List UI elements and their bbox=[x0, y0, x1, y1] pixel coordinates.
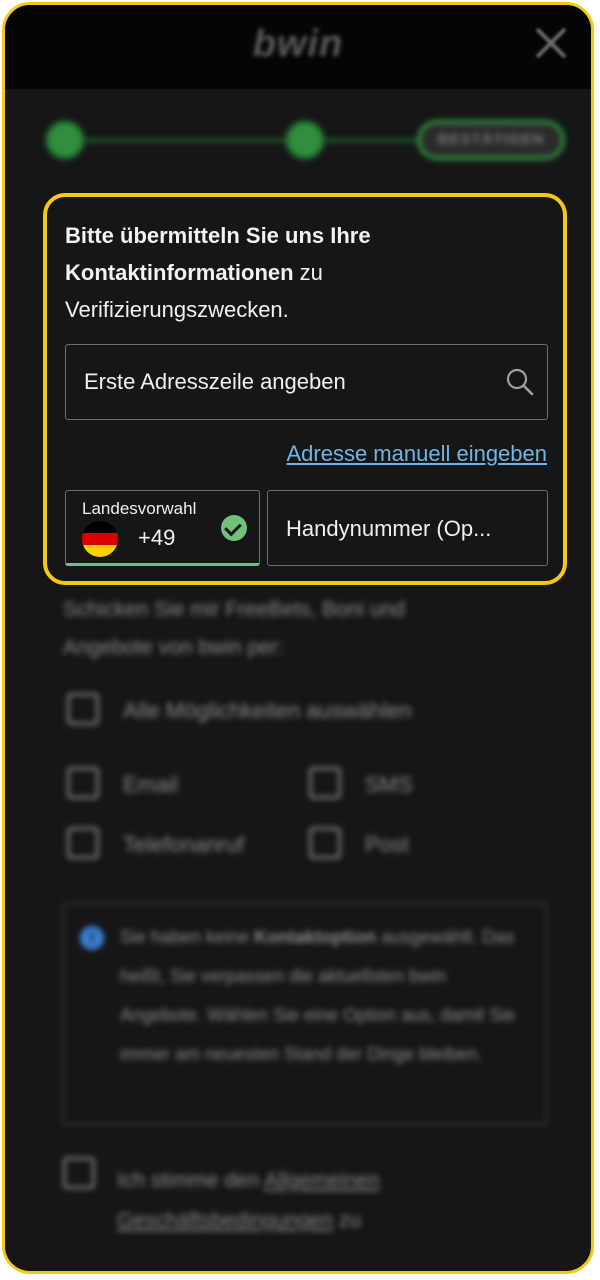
select-all-label: Alle Möglichkeiten auswählen bbox=[123, 698, 412, 723]
contact-info-notice: i Sie haben keine Kontaktoption ausgewäh… bbox=[63, 903, 547, 1125]
intro-rest-1: zu bbox=[293, 260, 323, 285]
intro-bold-2: Kontaktinformationen bbox=[65, 260, 294, 285]
email-label: Email bbox=[123, 772, 179, 797]
progress-stepper: BESTÄTIGEN bbox=[5, 115, 591, 165]
sms-checkbox[interactable] bbox=[309, 767, 341, 799]
terms-text-start: Ich stimme den bbox=[117, 1169, 265, 1192]
country-code-select[interactable]: Landesvorwahl +49 bbox=[65, 490, 260, 566]
email-checkbox[interactable] bbox=[67, 767, 99, 799]
info-icon: i bbox=[80, 926, 104, 950]
phone-placeholder: Handynummer (Op... bbox=[286, 516, 492, 541]
contact-info-card: Bitte übermitteln Sie uns Ihre Kontaktin… bbox=[43, 193, 567, 585]
step-1-complete bbox=[45, 120, 85, 160]
terms-checkbox[interactable] bbox=[63, 1157, 95, 1189]
check-circle-icon bbox=[221, 515, 247, 541]
info-text-bold: Kontaktoption bbox=[254, 927, 377, 947]
step-current-label: BESTÄTIGEN bbox=[417, 120, 565, 160]
intro-bold-1: Bitte übermitteln Sie uns Ihre bbox=[65, 223, 371, 248]
bwin-logo: bwin bbox=[252, 23, 344, 65]
country-code-value: +49 bbox=[138, 525, 176, 550]
post-label: Post bbox=[365, 832, 410, 857]
phone-call-label: Telefonanruf bbox=[123, 832, 245, 857]
address-placeholder: Erste Adresszeile angeben bbox=[84, 369, 346, 394]
promo-text: Schicken Sie mir FreeBets, Boni und Ange… bbox=[63, 598, 405, 659]
intro-rest-2: Verifizierungszwecken. bbox=[65, 297, 289, 322]
info-text-start: Sie haben keine bbox=[120, 927, 255, 947]
info-text-end: ausgewählt. Das heißt, Sie verpassen die… bbox=[120, 927, 516, 1064]
terms-text: Ich stimme den Allgemeinen Geschäftsbedi… bbox=[117, 1161, 477, 1241]
country-code-label: Landesvorwahl bbox=[82, 499, 197, 518]
manual-address-link[interactable]: Adresse manuell eingeben bbox=[286, 441, 547, 467]
sms-label: SMS bbox=[365, 772, 413, 797]
close-icon[interactable] bbox=[531, 23, 571, 63]
search-icon[interactable] bbox=[505, 367, 535, 397]
info-text: Sie haben keine Kontaktoption ausgewählt… bbox=[120, 918, 532, 1074]
post-checkbox[interactable] bbox=[309, 827, 341, 859]
top-bar: bwin bbox=[5, 5, 591, 89]
intro-text: Bitte übermitteln Sie uns Ihre Kontaktin… bbox=[65, 217, 545, 328]
step-2-complete bbox=[285, 120, 325, 160]
phone-number-input[interactable]: Handynummer (Op... bbox=[267, 490, 548, 566]
address-search-input[interactable]: Erste Adresszeile angeben bbox=[65, 344, 548, 420]
germany-flag-icon bbox=[82, 521, 118, 557]
phone-call-checkbox[interactable] bbox=[67, 827, 99, 859]
app-frame: bwin BESTÄTIGEN Bitte übermitteln Sie un… bbox=[2, 2, 594, 1274]
terms-text-end: zu bbox=[333, 1209, 362, 1232]
marketing-section: Schicken Sie mir FreeBets, Boni und Ange… bbox=[5, 585, 591, 1265]
select-all-checkbox[interactable] bbox=[67, 693, 99, 725]
